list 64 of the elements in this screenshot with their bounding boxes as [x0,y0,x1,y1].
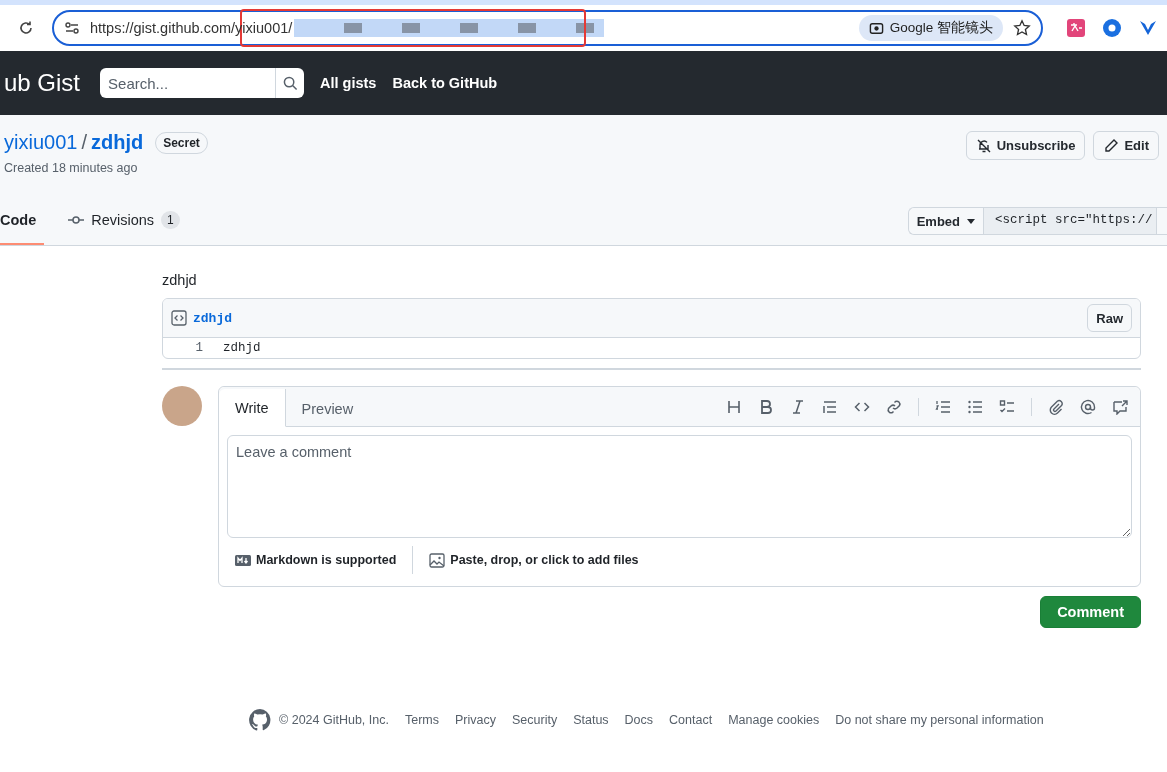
editor-tab[interactable]: Preview [285,390,370,427]
code-file-icon [171,310,187,326]
image-icon [429,552,446,568]
camera-icon [868,20,884,36]
reply-icon[interactable] [1112,399,1128,415]
heading-icon[interactable] [726,399,742,415]
embed-code-field[interactable]: <script src="https:// [984,208,1157,234]
unsubscribe-button[interactable]: Unsubscribe [965,131,1086,160]
footer-link[interactable]: Security [512,713,558,727]
markdown-icon [235,554,251,566]
comment-button[interactable]: Comment [1040,596,1141,628]
numbered-list-icon[interactable] [935,399,951,415]
tune-icon[interactable] [64,20,80,36]
comment-input[interactable]: Leave a comment [227,435,1132,538]
footer-link[interactable]: Docs [624,713,654,727]
file-name-link[interactable]: zdhjd [193,310,232,326]
path-separator: / [81,131,87,154]
caret-icon [967,218,975,224]
edit-button[interactable]: Edit [1093,131,1159,160]
github-logo-icon[interactable] [248,708,272,732]
star-icon[interactable] [1013,19,1031,37]
italic-icon[interactable] [790,399,806,415]
page-tab[interactable]: Code [0,203,45,245]
bird-extension-icon[interactable] [1139,19,1157,37]
raw-button[interactable]: Raw [1087,304,1132,332]
site-logo[interactable]: ub Gist [4,69,81,97]
page-tab[interactable]: Revisions 1 [60,203,188,245]
footer-link[interactable]: Status [573,713,609,727]
avatar-placeholder [162,386,202,426]
footer-link[interactable]: Privacy [455,713,496,727]
search-icon [282,75,298,91]
pencil-icon [1103,137,1120,154]
footer-link[interactable]: Contact [669,713,713,727]
quote-icon[interactable] [822,399,838,415]
footer-link[interactable]: Terms [404,713,439,727]
circle-extension-icon[interactable] [1103,19,1121,37]
owner-link[interactable]: yixiu001 [4,131,78,154]
attach-files-note[interactable]: Paste, drop, or click to add files [450,553,639,567]
footer-link[interactable]: Manage cookies [728,713,820,727]
code-line: zdhjd [223,341,261,355]
mention-icon[interactable] [1080,399,1096,415]
footer-link[interactable]: Do not share my personal information [835,713,1044,727]
translate-extension-icon[interactable] [1067,19,1085,37]
editor-tab[interactable]: Write [219,389,286,427]
gist-name-link[interactable]: zdhjd [90,131,144,154]
link-icon[interactable] [886,399,902,415]
reload-icon[interactable] [18,20,34,36]
search-button[interactable] [275,68,305,98]
nav-link[interactable]: Back to GitHub [392,75,498,91]
gist-description: zdhjd [162,272,198,288]
markdown-note: Markdown is supported [256,553,397,567]
embed-dropdown[interactable]: Embed [908,208,984,234]
created-time: Created 18 minutes ago [4,161,139,175]
bullet-list-icon[interactable] [967,399,983,415]
bell-slash-icon [975,137,992,154]
revision-count: 1 [161,211,180,229]
bold-icon[interactable] [758,399,774,415]
line-number: 1 [194,341,204,355]
lens-button[interactable]: Google 智能镜头 [858,15,1003,41]
copyright-text: © 2024 GitHub, Inc. [279,713,389,727]
paperclip-icon[interactable] [1048,399,1064,415]
nav-link[interactable]: All gists [320,75,377,91]
search-field[interactable]: Search... [100,68,276,98]
task-list-icon[interactable] [999,399,1015,415]
